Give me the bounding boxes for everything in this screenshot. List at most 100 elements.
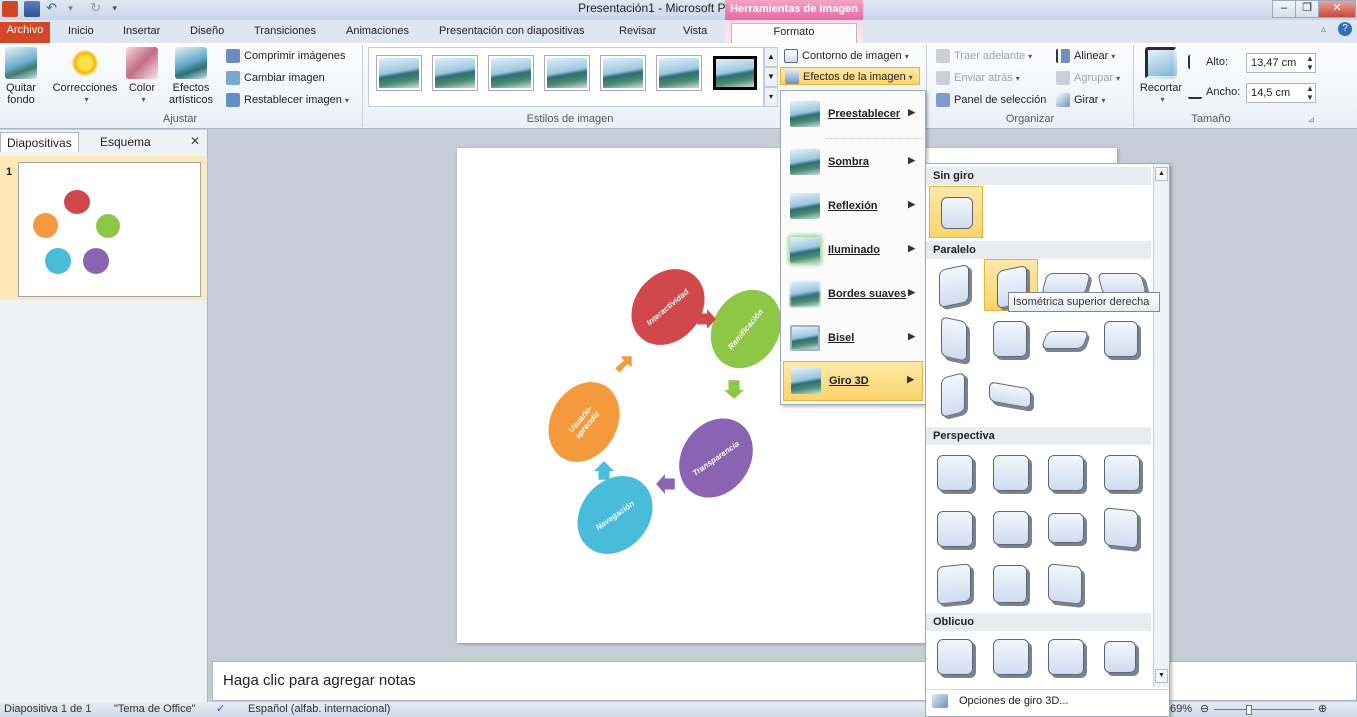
tab-esquema[interactable]: Esquema <box>94 132 157 152</box>
3d-rotation-options-button[interactable]: Opciones de giro 3D... <box>926 689 1169 711</box>
tab-transiciones[interactable]: Transiciones <box>246 23 324 43</box>
rotation-parallel[interactable] <box>985 315 1035 365</box>
gallery-scrollbar[interactable] <box>1153 164 1169 687</box>
selection-pane-button[interactable]: Panel de selección <box>936 91 1046 109</box>
help-icon[interactable]: ? <box>1338 22 1352 36</box>
tab-inicio[interactable]: Inicio <box>60 23 102 43</box>
corrections-button[interactable]: Correcciones ▾ <box>52 47 118 106</box>
arrow-shape[interactable] <box>613 354 635 376</box>
rotation-perspective[interactable] <box>1040 447 1090 497</box>
status-language[interactable]: Español (alfab. internacional) <box>248 702 390 717</box>
rotation-perspective[interactable] <box>929 447 979 497</box>
picture-style-thumb[interactable] <box>377 56 421 90</box>
rotation-parallel[interactable] <box>985 371 1035 421</box>
tab-archivo[interactable]: Archivo <box>0 22 50 43</box>
rotation-parallel[interactable] <box>929 261 979 311</box>
crop-button[interactable]: Recortar ▾ <box>1138 47 1184 106</box>
tab-formato[interactable]: Formato <box>731 23 857 43</box>
slide-thumbnail[interactable] <box>18 162 201 297</box>
gallery-more-icon[interactable]: ▾ <box>764 87 778 107</box>
rotation-parallel[interactable] <box>1040 315 1090 365</box>
zoom-out-icon[interactable]: ⊖ <box>1200 702 1209 717</box>
shape-transparencia[interactable]: Transparencia <box>664 404 768 512</box>
picture-style-thumb[interactable] <box>489 56 533 90</box>
picture-style-thumb[interactable] <box>545 56 589 90</box>
maximize-icon[interactable]: ❐ <box>1295 0 1319 18</box>
shape-navegacion[interactable]: Navegación <box>561 460 669 570</box>
tab-animaciones[interactable]: Animaciones <box>338 23 417 43</box>
tab-diseno[interactable]: Diseño <box>182 23 232 43</box>
zoom-slider[interactable] <box>1214 709 1314 710</box>
tab-revisar[interactable]: Revisar <box>611 23 664 43</box>
reset-picture-button[interactable]: Restablecer imagen ▾ <box>226 91 349 109</box>
rotation-perspective[interactable] <box>1040 503 1090 553</box>
shape-usuario-aprendiz[interactable]: Usuario-aprendiz <box>534 369 634 475</box>
rotation-oblique[interactable] <box>1096 633 1146 683</box>
notes-pane[interactable]: Haga clic para agregar notas <box>212 661 1357 701</box>
tab-insertar[interactable]: Insertar <box>115 23 168 43</box>
compress-pictures-button[interactable]: Comprimir imágenes <box>226 47 345 65</box>
rotation-no-rotation[interactable] <box>929 186 983 238</box>
rotation-perspective[interactable] <box>1040 559 1090 609</box>
arrow-shape[interactable] <box>695 308 717 330</box>
change-picture-button[interactable]: Cambiar imagen <box>226 69 325 87</box>
zoom-in-icon[interactable]: ⊕ <box>1318 702 1327 717</box>
close-panel-icon[interactable]: ✕ <box>190 134 200 148</box>
rotation-oblique[interactable] <box>1040 633 1090 683</box>
rotation-perspective[interactable] <box>1096 503 1146 553</box>
picture-effects-button[interactable]: Efectos de la imagen ▾ <box>780 67 920 85</box>
rotation-perspective[interactable] <box>929 559 979 609</box>
scroll-down-icon[interactable]: ▼ <box>1155 669 1168 683</box>
gallery-scroll-down-icon[interactable]: ▼ <box>764 67 778 87</box>
gallery-scroll-up-icon[interactable]: ▲ <box>764 47 778 67</box>
minimize-ribbon-icon[interactable]: ▵ <box>1321 24 1326 35</box>
width-spinner[interactable]: ▲ ▼ <box>1306 84 1314 102</box>
picture-border-button[interactable]: Contorno de imagen ▾ <box>784 47 909 65</box>
picture-style-thumb-selected[interactable] <box>713 56 757 90</box>
menu-item-bordes-suaves[interactable]: Bordes suaves ▶ <box>783 275 923 315</box>
height-spinner[interactable]: ▲ ▼ <box>1306 54 1314 72</box>
align-button[interactable]: Alinear ▾ <box>1056 47 1115 65</box>
rotation-parallel[interactable] <box>929 315 979 365</box>
arrow-shape[interactable] <box>655 473 677 495</box>
rotation-parallel[interactable] <box>1096 315 1146 365</box>
status-zoom[interactable]: 69% <box>1170 702 1192 717</box>
picture-style-thumb[interactable] <box>433 56 477 90</box>
rotation-oblique[interactable] <box>985 633 1035 683</box>
remove-background-button[interactable]: Quitar fondo <box>2 47 40 106</box>
menu-item-preestablecer[interactable]: Preestablecer ▶ <box>783 95 923 135</box>
arrow-shape[interactable] <box>593 460 615 482</box>
rotation-perspective[interactable] <box>985 559 1035 609</box>
group-button[interactable]: Agrupar ▾ <box>1056 69 1120 87</box>
menu-item-giro-3d[interactable]: Giro 3D ▶ <box>783 361 923 401</box>
send-backward-button[interactable]: Enviar atrás ▾ <box>936 69 1020 87</box>
picture-style-thumb[interactable] <box>657 56 701 90</box>
tab-vista[interactable]: Vista <box>675 23 715 43</box>
rotation-perspective[interactable] <box>1096 447 1146 497</box>
picture-style-thumb[interactable] <box>601 56 645 90</box>
tab-diapositivas[interactable]: Diapositivas <box>0 132 79 152</box>
rotation-perspective[interactable] <box>929 503 979 553</box>
minimize-icon[interactable]: – <box>1272 0 1296 18</box>
slide-thumbnail-selected[interactable]: 1 <box>0 156 206 300</box>
arrow-shape[interactable] <box>723 378 745 400</box>
menu-item-reflexion[interactable]: Reflexión ▶ <box>783 187 923 227</box>
rotation-perspective[interactable] <box>985 503 1035 553</box>
color-button[interactable]: Color ▾ <box>124 47 160 106</box>
rotation-parallel[interactable] <box>929 371 979 421</box>
zoom-slider-thumb[interactable] <box>1246 705 1252 715</box>
rotation-oblique[interactable] <box>929 633 979 683</box>
menu-item-sombra[interactable]: Sombra ▶ <box>783 143 923 183</box>
artistic-effects-button[interactable]: Efectos artísticos <box>165 47 217 106</box>
menu-item-bisel[interactable]: Bisel ▶ <box>783 319 923 359</box>
menu-item-iluminado[interactable]: Iluminado ▶ <box>783 231 923 271</box>
rotation-perspective[interactable] <box>985 447 1035 497</box>
spellcheck-icon[interactable]: ✓ <box>216 702 225 717</box>
rotate-button[interactable]: Girar ▾ <box>1056 91 1105 109</box>
bring-forward-button[interactable]: Traer adelante ▾ <box>936 47 1032 65</box>
scroll-up-icon[interactable]: ▲ <box>1155 167 1168 181</box>
close-icon[interactable]: ✕ <box>1318 0 1356 18</box>
shape-interactividad[interactable]: Interactividad <box>616 254 720 360</box>
size-dialog-launcher-icon[interactable]: ⊿ <box>1308 115 1315 124</box>
tab-presentacion[interactable]: Presentación con diapositivas <box>431 23 593 43</box>
